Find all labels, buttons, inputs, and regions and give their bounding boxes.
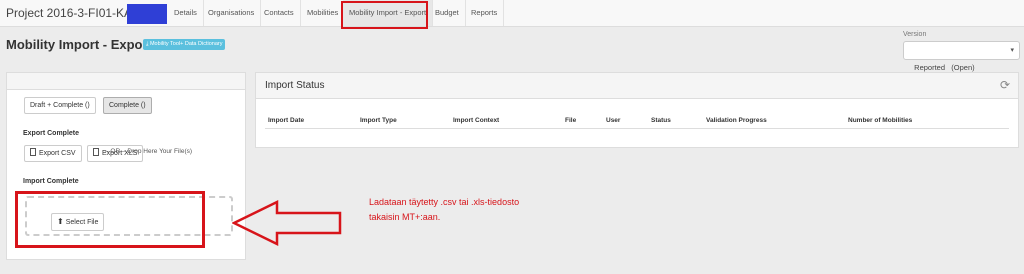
annotation-line-1: Ladataan täytetty .csv tai .xls-tiedosto [369,197,520,207]
page-title: Mobility Import - Export [6,37,152,52]
panel-header: Import Status ⟳ [256,73,1018,99]
column-user: User [606,117,621,124]
import-heading: Import Complete [23,178,79,185]
column-number-of-mobilities: Number of Mobilities [848,117,913,124]
export-heading: Export Complete [23,130,80,137]
column-import-context: Import Context [453,117,500,124]
tab-organisations[interactable]: Organisations [202,0,262,26]
drop-files-text: – OR – Drop Here Your File(s) [105,148,193,155]
refresh-icon[interactable]: ⟳ [1000,78,1010,92]
import-status-panel: Import Status ⟳ Import Date Import Type … [255,72,1019,148]
redacted-block [127,4,167,24]
drop-zone-highlight-box [15,191,205,248]
annotation-line-2: takaisin MT+:aan. [369,212,441,222]
annotation-arrow [232,200,342,246]
document-icon [93,148,99,156]
version-label: Version [903,31,927,38]
tab-complete[interactable]: Complete () [103,97,152,114]
export-csv-button[interactable]: Export CSV [24,145,82,162]
tab-reports[interactable]: Reports [465,0,505,26]
chevron-down-icon: ▾ [1010,47,1014,54]
column-validation-progress: Validation Progress [706,117,767,124]
column-import-type: Import Type [360,117,397,124]
version-select[interactable]: Reported (Open) ▾ [903,41,1020,72]
tab-budget[interactable]: Budget [429,0,466,26]
tab-draft-complete[interactable]: Draft + Complete () [24,97,96,114]
top-navbar: Project 2016-3-FI01-KA105 Details Organi… [0,0,1024,27]
panel-header [7,73,245,90]
data-dictionary-label: Mobility Tool+ Data Dictionary [149,41,223,47]
tab-details[interactable]: Details [168,0,204,26]
tab-contacts[interactable]: Contacts [258,0,301,26]
column-import-date: Import Date [268,117,305,124]
import-status-title: Import Status [265,80,325,91]
export-csv-label: Export CSV [39,150,76,157]
document-icon [30,148,36,156]
tab-mobilities[interactable]: Mobilities [301,0,346,26]
data-dictionary-button[interactable]: ⤓ Mobility Tool+ Data Dictionary [143,39,226,50]
tab-highlight-box [341,1,428,29]
version-selected-value: Reported (Open) [914,63,975,72]
table-header-divider [265,128,1009,129]
column-status: Status [651,117,671,124]
column-file: File [565,117,577,124]
annotation-note: Ladataan täytetty .csv tai .xls-tiedosto… [369,195,519,225]
